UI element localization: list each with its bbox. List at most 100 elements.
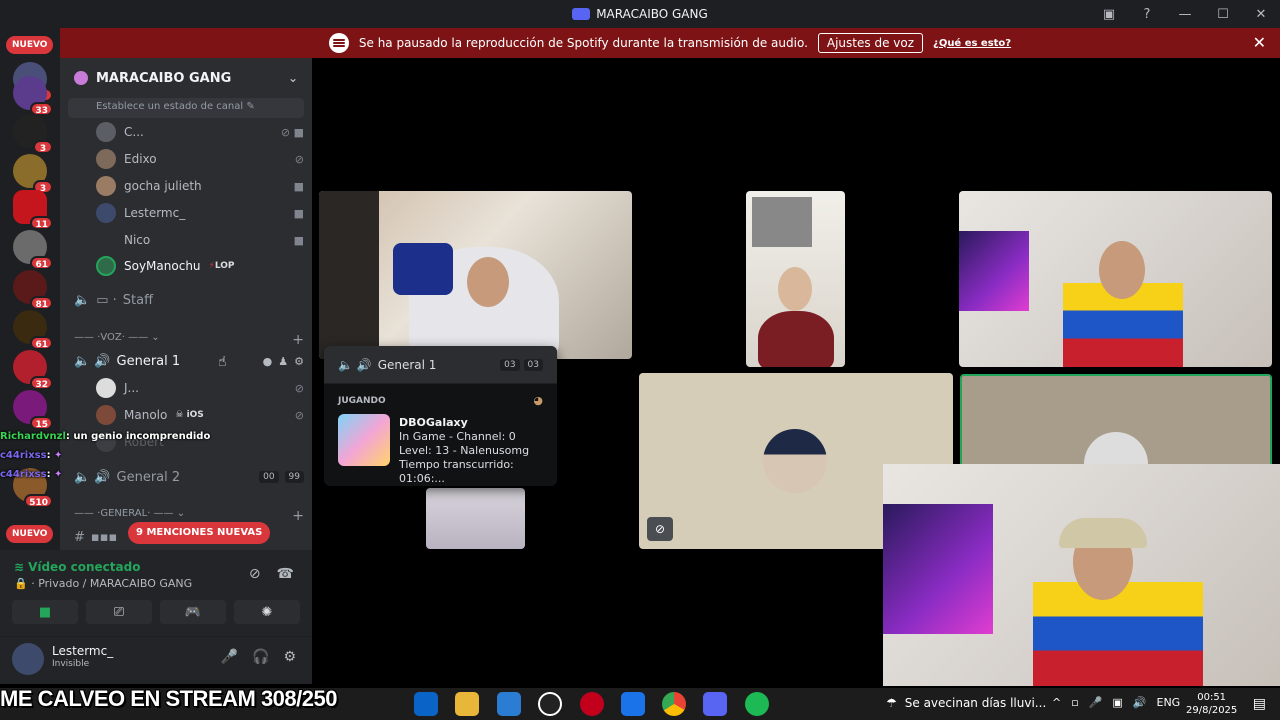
new-badge-bottom[interactable]: NUEVO <box>6 525 54 543</box>
video-tile[interactable] <box>746 191 845 367</box>
headphones-icon[interactable]: 🎧 <box>252 649 269 665</box>
disconnect-icon[interactable]: ☎ <box>277 566 294 582</box>
member-tag: ☠ iOS <box>175 410 203 420</box>
tray-icon[interactable]: ▫ <box>1071 696 1078 709</box>
gear-icon[interactable]: ⚙ <box>294 355 304 368</box>
video-tile-small[interactable] <box>426 488 525 549</box>
server-icon[interactable]: 3 <box>13 114 53 154</box>
voice-location[interactable]: Privado / MARACAIBO GANG <box>38 577 192 590</box>
video-tile[interactable] <box>959 191 1272 367</box>
new-badge-top[interactable]: NUEVO <box>6 36 54 54</box>
inbox-icon[interactable]: ▣ <box>1090 7 1128 22</box>
muted-camera-icon: ⊘ ■ <box>280 125 304 139</box>
invite-icon[interactable]: ♟ <box>278 355 288 368</box>
channel-general-2[interactable]: 🔈 🔊 General 2 00 99 <box>74 464 304 490</box>
chevron-up-icon[interactable]: ^ <box>1052 696 1061 709</box>
server-header[interactable]: MARACAIBO GANG ⌄ <box>60 58 312 98</box>
voice-member[interactable]: gocha julieth ■ <box>96 174 304 198</box>
weather-widget[interactable]: ☂ Se avecinan días lluvi... <box>886 696 1046 710</box>
close-notice-icon[interactable]: ✕ <box>1253 33 1266 52</box>
notifications-icon[interactable]: ▤ <box>1253 696 1266 712</box>
voice-member[interactable]: Nico ■ <box>96 228 304 252</box>
volume-icon[interactable]: 🔊 <box>1133 696 1147 709</box>
camera-button[interactable]: ■ <box>12 600 78 624</box>
app-icon[interactable] <box>621 692 645 716</box>
discord-icon[interactable] <box>703 692 727 716</box>
signal-icon: ≋ <box>14 560 25 574</box>
maximize-button[interactable]: ☐ <box>1204 7 1242 22</box>
spotify-notice-bar: Se ha pausado la reproducción de Spotify… <box>60 28 1280 58</box>
chrome-icon[interactable] <box>662 692 686 716</box>
channel-staff[interactable]: 🔈 ▭ · Staff <box>74 287 304 313</box>
add-channel-icon[interactable]: + <box>292 332 304 348</box>
gear-icon[interactable]: ⚙ <box>283 649 296 665</box>
microphone-icon[interactable]: 🎤 <box>1089 696 1103 709</box>
server-icon[interactable]: 15 <box>13 390 53 430</box>
avatar <box>96 176 116 196</box>
channel-general-1[interactable]: 🔈 🔊 General 1 ● ♟ ⚙ <box>74 348 304 374</box>
network-icon[interactable]: ▣ <box>1112 696 1122 709</box>
new-mentions-pill[interactable]: 9 MENCIONES NUEVAS <box>128 522 271 544</box>
channel-name: Staff <box>122 292 154 308</box>
activity-button[interactable]: 🎮 <box>160 600 226 624</box>
server-icon[interactable]: 32 <box>13 350 53 390</box>
chat-icon[interactable]: ● <box>263 355 273 368</box>
clock-date: 29/8/2025 <box>1186 705 1238 716</box>
file-explorer-icon[interactable] <box>455 692 479 716</box>
voice-member[interactable]: Manolo ☠ iOS ⊘ <box>96 403 304 427</box>
game-cover-icon <box>338 414 390 466</box>
spotify-icon[interactable] <box>745 692 769 716</box>
server-badge: 61 <box>30 336 53 350</box>
server-icon[interactable]: 81 <box>13 270 53 310</box>
camera-icon: ■ <box>293 179 304 193</box>
voice-member[interactable]: J... ⊘ <box>96 376 304 400</box>
chevron-down-icon[interactable]: ⌄ <box>288 71 298 85</box>
obs-icon[interactable] <box>538 692 562 716</box>
member-name: Lestermc_ <box>124 206 186 220</box>
channel-name: General 1 <box>116 353 181 369</box>
speaker-icon: 🔈 🔊 <box>338 357 372 372</box>
voice-member[interactable]: C... ⊘ ■ <box>96 120 304 144</box>
server-icon[interactable]: 11 <box>13 190 53 230</box>
voice-member[interactable]: Edixo ⊘ <box>96 147 304 171</box>
server-icon[interactable]: 3 <box>13 154 53 194</box>
clock[interactable]: 00:51 29/8/2025 <box>1186 691 1237 717</box>
chat-text: : <box>46 450 51 461</box>
what-is-this-link[interactable]: ¿Qué es esto? <box>933 38 1011 49</box>
avatar[interactable] <box>12 643 44 675</box>
category-voice[interactable]: —— · VOZ · —— ⌄ + <box>74 332 304 348</box>
store-icon[interactable] <box>497 692 521 716</box>
voice-settings-button[interactable]: Ajustes de voz <box>817 33 924 53</box>
screen-share-button[interactable]: ⎚ <box>86 600 152 624</box>
channel-status-text: Establece un estado de canal <box>96 101 244 112</box>
help-icon[interactable]: ? <box>1128 7 1166 22</box>
minimize-button[interactable]: — <box>1166 7 1204 22</box>
lock-icon: 🔒 · <box>14 577 39 590</box>
avatar <box>96 122 116 142</box>
server-icon[interactable]: 33 <box>13 76 53 116</box>
video-tile[interactable] <box>319 191 632 359</box>
close-window-button[interactable]: ✕ <box>1242 7 1280 22</box>
mic-muted-icon: ⊘ <box>294 381 304 395</box>
soundboard-button[interactable]: ✺ <box>234 600 300 624</box>
server-badge: 61 <box>30 256 53 270</box>
outlook-icon[interactable] <box>414 692 438 716</box>
language-indicator[interactable]: ENG <box>1157 696 1181 709</box>
noise-suppression-icon[interactable]: ⊘ <box>249 566 261 582</box>
server-icon[interactable]: 61 <box>13 230 53 270</box>
voice-connection-panel: ≋ Vídeo conectado 🔒 · Privado / MARACAIBO… <box>0 550 312 636</box>
add-channel-icon[interactable]: + <box>292 508 304 524</box>
channel-status-field[interactable]: Establece un estado de canal ✎ <box>68 98 304 118</box>
voice-member[interactable]: SoyManochu ⚡LOP <box>96 254 304 278</box>
user-count: 00 <box>259 471 279 483</box>
microphone-icon[interactable]: 🎤 <box>221 649 238 665</box>
voice-member[interactable]: Lestermc_ ■ <box>96 201 304 225</box>
voice-status[interactable]: Vídeo conectado <box>28 560 140 574</box>
opera-icon[interactable] <box>580 692 604 716</box>
avatar <box>96 256 116 276</box>
popout-camera-view[interactable] <box>883 464 1280 686</box>
server-icon[interactable]: 61 <box>13 310 53 350</box>
title-bar: MARACAIBO GANG ▣ ? — ☐ ✕ <box>0 0 1280 28</box>
mic-muted-icon: ⊘ <box>647 517 673 541</box>
user-name[interactable]: Lestermc_ <box>52 644 113 658</box>
